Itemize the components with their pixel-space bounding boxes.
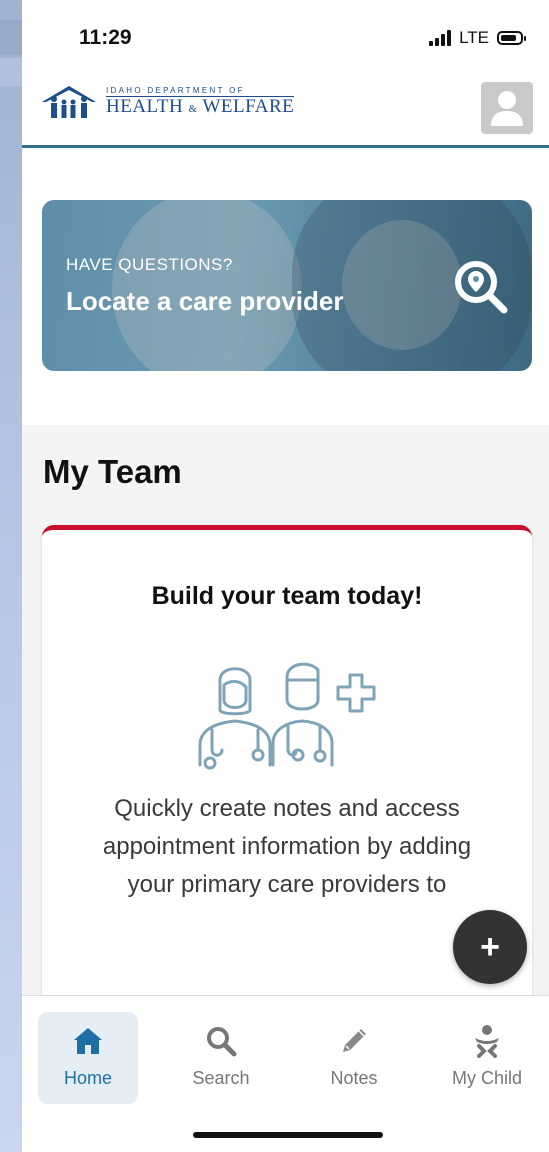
home-indicator — [193, 1132, 383, 1138]
card-body: Quickly create notes and access appointm… — [102, 795, 472, 898]
pencil-icon — [337, 1024, 371, 1058]
family-logo-icon — [42, 86, 96, 118]
bottom-nav: Home Search Notes My Child — [22, 995, 549, 1152]
my-team-section: My Team Build your team today! Quickly c… — [22, 425, 549, 1045]
nav-notes[interactable]: Notes — [304, 1012, 404, 1104]
nav-label: Search — [192, 1068, 250, 1088]
signal-icon — [429, 30, 452, 46]
nav-my-child[interactable]: My Child — [437, 1012, 537, 1104]
agency-logo[interactable]: IDAHO DEPARTMENT OF HEALTH & WELFARE — [40, 84, 295, 120]
nav-label: Home — [63, 1068, 112, 1088]
banner-photo-shape — [342, 220, 462, 350]
battery-icon — [497, 31, 526, 45]
logo-text: IDAHO DEPARTMENT OF HEALTH & WELFARE — [106, 86, 295, 119]
plus-icon: + — [480, 928, 500, 966]
nav-home[interactable]: Home — [38, 1012, 138, 1104]
location-search-icon — [455, 261, 508, 314]
status-indicators: LTE — [429, 28, 526, 48]
card-title: Build your team today! — [151, 582, 423, 610]
section-title: My Team — [43, 453, 182, 490]
background-band — [0, 58, 22, 86]
phone-screen: 11:29 LTE IDAHO DEPARTMENT OF HEALTH & W… — [22, 0, 549, 1152]
child-icon — [470, 1024, 504, 1058]
banner-title: Locate a care provider — [66, 286, 344, 316]
network-type: LTE — [459, 28, 489, 47]
nav-label: My Child — [451, 1068, 522, 1088]
status-bar: 11:29 LTE — [22, 0, 549, 70]
background-strip — [0, 0, 22, 1152]
home-icon — [71, 1024, 105, 1058]
banner-eyebrow: HAVE QUESTIONS? — [66, 255, 233, 274]
app-header: IDAHO DEPARTMENT OF HEALTH & WELFARE — [22, 70, 549, 148]
locate-provider-banner[interactable]: HAVE QUESTIONS? Locate a care provider — [42, 200, 532, 371]
search-icon — [204, 1024, 238, 1058]
background-band — [0, 20, 22, 55]
doctors-icon — [198, 662, 376, 770]
add-button[interactable]: + — [453, 910, 527, 984]
nav-label: Notes — [330, 1068, 378, 1088]
status-time: 11:29 — [79, 26, 132, 49]
user-icon — [491, 91, 523, 126]
logo-title: HEALTH & WELFARE — [106, 95, 295, 117]
profile-button[interactable] — [481, 82, 533, 134]
nav-search[interactable]: Search — [171, 1012, 271, 1104]
